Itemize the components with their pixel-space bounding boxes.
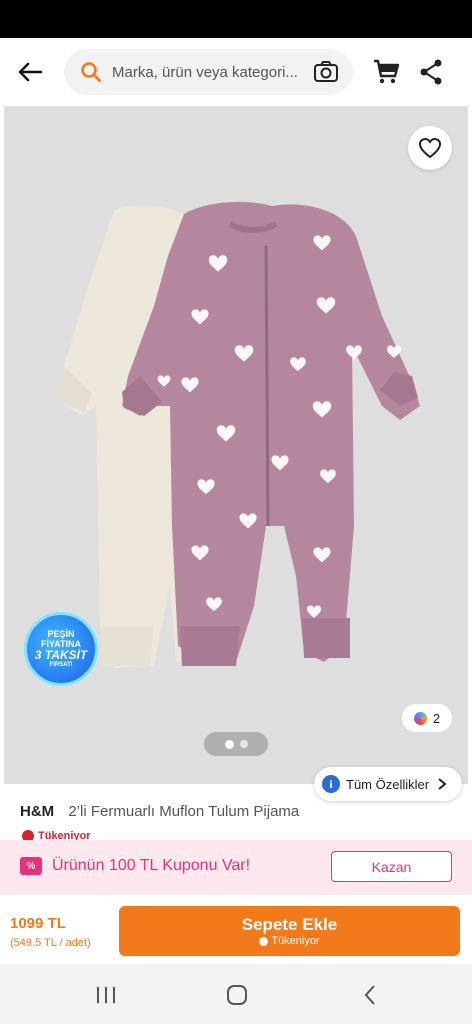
product-image-gallery[interactable]: PEŞİN FİYATINA 3 TAKSİT FIRSATI 2: [4, 106, 468, 784]
promo-line-4: FIRSATI: [49, 662, 73, 668]
add-to-cart-subtext: Tükeniyor: [259, 934, 320, 948]
color-palette-icon: [413, 711, 427, 725]
unit-price: (549.5 TL / adet): [10, 937, 91, 949]
color-count: 2: [432, 710, 441, 726]
search-bar[interactable]: [64, 49, 353, 95]
all-specs-label: Tüm Özellikler: [346, 776, 430, 792]
add-to-cart-button[interactable]: Sepete Ekle Tükeniyor: [119, 906, 460, 956]
system-nav-bar: [0, 964, 472, 1024]
back-arrow-icon: [18, 62, 43, 82]
chevron-right-icon: [438, 778, 447, 790]
all-specs-button[interactable]: i Tüm Özellikler: [314, 767, 462, 801]
search-input[interactable]: [112, 63, 300, 81]
product-price: 1099 TL: [10, 915, 66, 932]
product-brand[interactable]: H&M: [20, 803, 54, 820]
promo-installment-badge: PEŞİN FİYATINA 3 TAKSİT FIRSATI: [24, 612, 98, 686]
nav-back-button[interactable]: [355, 982, 385, 1008]
clock-icon: [259, 936, 269, 946]
nav-back-icon: [364, 985, 375, 1005]
add-to-cart-label: Sepete Ekle: [241, 914, 338, 934]
pager-dot-active[interactable]: [224, 739, 234, 749]
home-button[interactable]: [222, 982, 252, 1008]
purchase-bar: 1099 TL (549.5 TL / adet) Sepete Ekle Tü…: [0, 894, 472, 964]
info-icon: i: [322, 775, 340, 793]
promo-line-1: PEŞİN: [47, 629, 75, 639]
color-options-button[interactable]: 2: [402, 704, 452, 732]
recent-apps-icon: [97, 987, 115, 1003]
image-pager[interactable]: [204, 732, 268, 756]
coupon-text: Ürünün 100 TL Kuponu Var!: [52, 857, 251, 874]
favorite-button[interactable]: [408, 126, 452, 170]
share-icon[interactable]: [418, 58, 444, 86]
product-title: H&M 2’li Fermuarlı Muflon Tulum Pijama: [20, 803, 299, 820]
claim-coupon-button[interactable]: Kazan: [331, 851, 452, 882]
promo-line-3: 3 TAKSİT: [34, 648, 88, 662]
coupon-banner: % Ürünün 100 TL Kuponu Var! Kazan: [0, 840, 472, 894]
camera-icon[interactable]: [313, 60, 339, 84]
back-button[interactable]: [12, 56, 48, 88]
search-icon: [81, 62, 101, 82]
recent-apps-button[interactable]: [91, 982, 121, 1008]
add-to-cart-stock-text: Tükeniyor: [271, 934, 320, 947]
product-name: 2’li Fermuarlı Muflon Tulum Pijama: [68, 803, 300, 820]
heart-icon: [418, 137, 442, 159]
top-bar: [0, 38, 472, 106]
pager-dot[interactable]: [239, 740, 248, 748]
cart-icon[interactable]: [372, 58, 400, 86]
status-bar: [0, 0, 472, 38]
home-icon: [227, 985, 247, 1005]
coupon-tag-icon: %: [20, 857, 42, 875]
